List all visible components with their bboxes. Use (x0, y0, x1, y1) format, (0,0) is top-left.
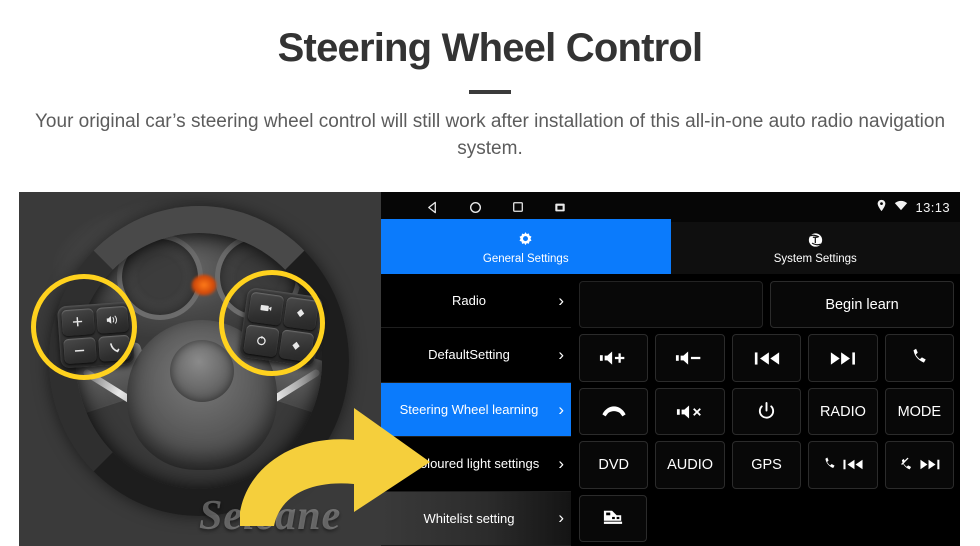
sidebar-item-radio[interactable]: Radio › (381, 274, 571, 329)
next-track-button[interactable] (808, 334, 878, 382)
status-clock: 13:13 (915, 199, 950, 215)
highlight-circle-right (219, 270, 325, 376)
volume-up-button[interactable] (579, 334, 649, 382)
status-right-group: 13:13 (876, 192, 950, 222)
gear-icon (516, 231, 535, 250)
panel-row-1: Begin learn (579, 281, 954, 329)
mode-button[interactable]: MODE (884, 387, 955, 436)
power-button[interactable] (731, 387, 802, 436)
tab-general-settings-label: General Settings (482, 253, 569, 265)
volume-down-button[interactable] (655, 334, 725, 382)
head-unit-screen: 13:13 General Settings System Settings R… (381, 192, 960, 546)
sidebar-item-tricoloured-light-settings[interactable]: Tricoloured light settings › (381, 437, 571, 492)
call-previous-icon (822, 457, 864, 472)
wifi-icon (894, 200, 908, 214)
car-button[interactable] (579, 494, 647, 543)
steering-wheel-learning-panel: Begin learn RADIO MODE DVD AUDIO GPS (571, 274, 960, 546)
previous-track-button[interactable] (731, 334, 802, 382)
back-icon[interactable] (426, 201, 439, 214)
mute-button[interactable] (655, 387, 725, 436)
callend-next-button[interactable] (884, 441, 955, 489)
power-icon (757, 402, 776, 421)
panel-row-5-spacer (654, 495, 954, 542)
car-icon (601, 508, 625, 528)
gps-button[interactable]: GPS (731, 441, 802, 489)
panel-row-3: RADIO MODE (579, 387, 955, 436)
volume-down-icon (675, 350, 705, 366)
settings-sidebar: Radio › DefaultSetting › Steering Wheel … (381, 274, 571, 546)
page-root: Steering Wheel Control Your original car… (0, 0, 980, 546)
sidebar-item-whitelist-setting[interactable]: Whitelist setting › (381, 491, 571, 546)
chevron-right-icon: › (558, 399, 564, 419)
composite-image-band: Seicane 13:13 General Settings System Se… (19, 192, 960, 546)
radio-button[interactable]: RADIO (808, 387, 878, 436)
system-logo-icon (806, 231, 825, 250)
chevron-right-icon: › (558, 508, 564, 528)
chevron-right-icon: › (558, 290, 564, 310)
brand-watermark: Seicane (199, 493, 342, 539)
next-track-icon (829, 351, 857, 366)
chevron-right-icon: › (558, 345, 564, 365)
header: Steering Wheel Control Your original car… (0, 0, 980, 162)
tab-system-settings-label: System Settings (773, 253, 857, 265)
chevron-right-icon: › (558, 453, 564, 473)
tab-system-settings[interactable]: System Settings (670, 222, 960, 274)
call-previous-button[interactable] (808, 441, 878, 489)
page-subtitle: Your original car’s steering wheel contr… (35, 111, 946, 159)
mute-icon (676, 404, 704, 420)
sidebar-item-radio-label: Radio (452, 293, 486, 309)
sidebar-item-defaultsetting-label: DefaultSetting (428, 347, 510, 363)
sidebar-item-defaultsetting[interactable]: DefaultSetting › (381, 328, 571, 383)
screenshot-icon[interactable] (554, 202, 566, 213)
audio-button[interactable]: AUDIO (655, 441, 725, 489)
call-hangup-icon (601, 405, 627, 419)
location-icon (876, 199, 887, 215)
sidebar-item-steering-wheel-learning[interactable]: Steering Wheel learning › (381, 382, 571, 438)
call-answer-icon (909, 348, 929, 368)
learn-value-field[interactable] (579, 281, 763, 329)
tab-general-settings[interactable]: General Settings (381, 222, 671, 274)
volume-up-icon (599, 350, 629, 366)
previous-track-icon (753, 351, 781, 366)
sidebar-item-tricoloured-light-settings-label: Tricoloured light settings (398, 456, 540, 472)
dvd-button[interactable]: DVD (579, 441, 649, 489)
sidebar-item-whitelist-setting-label: Whitelist setting (423, 510, 515, 526)
android-status-bar: 13:13 (381, 192, 960, 222)
recents-icon[interactable] (512, 201, 524, 213)
begin-learn-button[interactable]: Begin learn (770, 281, 954, 329)
android-nav-icons (381, 201, 566, 214)
sidebar-item-steering-wheel-learning-label: Steering Wheel learning (399, 401, 539, 417)
call-answer-button[interactable] (884, 334, 955, 382)
steering-wheel-photo: Seicane (19, 192, 381, 546)
callend-next-icon (898, 457, 941, 472)
home-icon[interactable] (469, 201, 482, 214)
title-divider (469, 90, 511, 94)
settings-body: Radio › DefaultSetting › Steering Wheel … (381, 274, 960, 546)
panel-row-4: DVD AUDIO GPS (579, 441, 955, 489)
settings-tabs: General Settings System Settings (381, 222, 960, 274)
panel-row-2 (579, 334, 955, 382)
call-hangup-button[interactable] (579, 387, 649, 436)
panel-row-5 (579, 494, 954, 543)
highlight-circle-left (31, 274, 137, 380)
page-title: Steering Wheel Control (277, 26, 703, 70)
